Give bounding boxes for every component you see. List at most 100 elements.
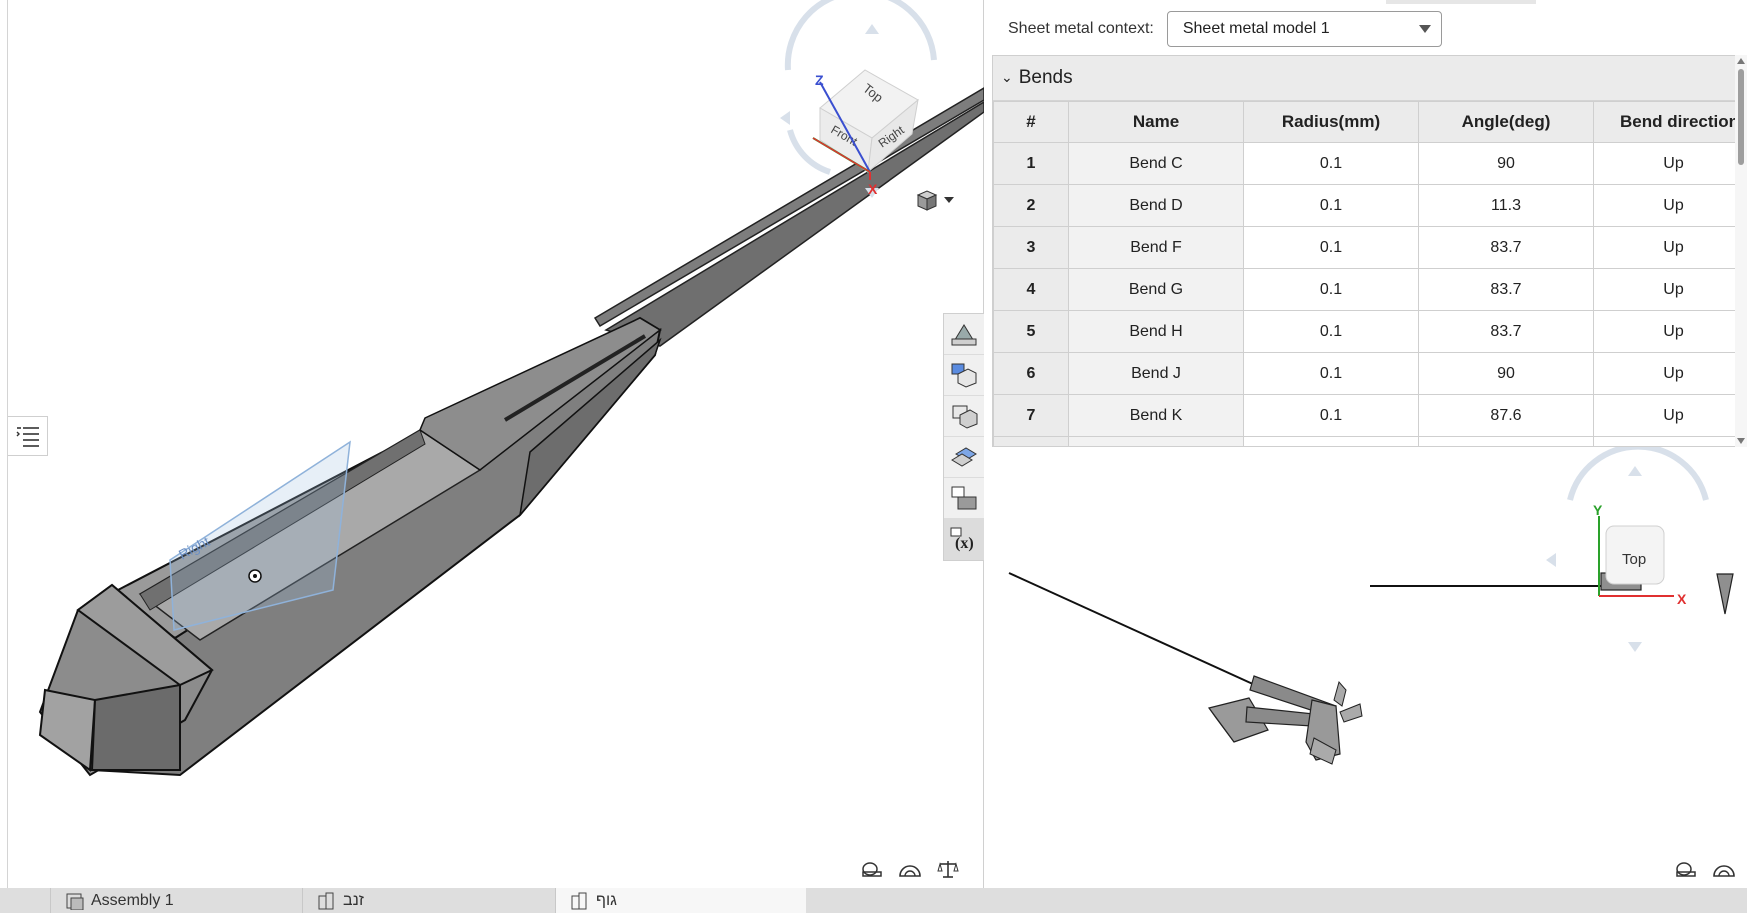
part-model-3d[interactable]: Right Top Front Right Z X — [0, 0, 984, 888]
cell-name[interactable]: Bend K — [1068, 394, 1244, 437]
cell-name[interactable]: Bend H — [1068, 310, 1244, 353]
svg-text:(x): (x) — [955, 535, 974, 552]
bends-section-header[interactable]: ⌄ Bends — [993, 56, 1746, 101]
protractor-icon[interactable] — [898, 857, 922, 881]
column-header-angle[interactable]: Angle(deg) — [1418, 101, 1594, 143]
cell-radius[interactable]: 0.1 — [1243, 268, 1419, 311]
cell-direction[interactable]: Up — [1593, 226, 1746, 269]
column-header-bend-direction[interactable]: Bend direction — [1593, 101, 1746, 143]
cell-angle[interactable]: 83.7 — [1418, 310, 1594, 353]
axis-x-label: X — [868, 181, 878, 197]
tab-label: גוף — [596, 891, 617, 909]
part-studio-icon — [571, 892, 587, 909]
scrollbar-thumb[interactable] — [1738, 69, 1744, 165]
bend-table-icon[interactable] — [944, 396, 984, 437]
sheet-metal-context-label: Sheet metal context: — [1008, 20, 1154, 37]
tab-assembly-1[interactable]: Assembly 1 — [50, 888, 302, 913]
mass-properties-icon[interactable] — [936, 857, 960, 881]
cell-radius[interactable]: 0.1 — [1243, 352, 1419, 395]
tab-part-guf[interactable]: גוף — [555, 888, 806, 913]
cell-index: 1 — [993, 142, 1069, 185]
cell-index: 6 — [993, 352, 1069, 395]
sheet-metal-toolbar: (x) — [943, 313, 985, 561]
table-row[interactable]: 1 Bend C 0.1 90 Up — [993, 142, 1746, 185]
viewport-bottom-tools — [860, 857, 960, 881]
scroll-down-arrow-icon[interactable] — [1737, 438, 1745, 444]
table-header-row: # Name Radius(mm) Angle(deg) Bend direct… — [993, 101, 1746, 143]
cell-name[interactable]: Bend D — [1068, 184, 1244, 227]
cell-direction[interactable]: Up — [1593, 184, 1746, 227]
cell-radius[interactable]: 0.1 — [1243, 184, 1419, 227]
table-row[interactable]: 5 Bend H 0.1 83.7 Up — [993, 310, 1746, 353]
cell-radius — [1243, 436, 1419, 446]
table-row[interactable]: 6 Bend J 0.1 90 Up — [993, 352, 1746, 395]
sheet-metal-icon[interactable] — [944, 314, 984, 355]
measure-tape-icon[interactable] — [1674, 857, 1698, 881]
measure-tape-icon[interactable] — [860, 857, 884, 881]
cell-radius[interactable]: 0.1 — [1243, 310, 1419, 353]
table-row[interactable]: 2 Bend D 0.1 11.3 Up — [993, 184, 1746, 227]
sheet-metal-context-value: Sheet metal model 1 — [1182, 20, 1330, 37]
bends-table: # Name Radius(mm) Angle(deg) Bend direct… — [993, 101, 1746, 446]
column-header-index[interactable]: # — [993, 101, 1069, 143]
cell-name[interactable]: Bend J — [1068, 352, 1244, 395]
graphics-viewport-3d[interactable]: Right Top Front Right Z X (x) — [0, 0, 985, 888]
cell-direction — [1593, 436, 1746, 446]
cell-name[interactable]: Bend F — [1068, 226, 1244, 269]
flat-pattern-icon[interactable] — [944, 355, 984, 396]
column-header-radius[interactable]: Radius(mm) — [1243, 101, 1419, 143]
table-row[interactable]: 7 Bend K 0.1 87.6 Up — [993, 394, 1746, 437]
cell-radius[interactable]: 0.1 — [1243, 142, 1419, 185]
cell-index: 3 — [993, 226, 1069, 269]
flat-view-bottom-tools — [1674, 857, 1736, 881]
sheet-metal-context-row: Sheet metal context: Sheet metal model 1 — [984, 6, 1747, 52]
cell-radius[interactable]: 0.1 — [1243, 226, 1419, 269]
table-row[interactable]: 4 Bend G 0.1 83.7 Up — [993, 268, 1746, 311]
sheet-metal-panel: Top Y X Sheet metal context: Sheet metal… — [984, 0, 1747, 888]
assembly-icon — [66, 893, 84, 910]
cell-index: 4 — [993, 268, 1069, 311]
cell-angle[interactable]: 83.7 — [1418, 268, 1594, 311]
cell-angle[interactable]: 11.3 — [1418, 184, 1594, 227]
cell-name — [1068, 436, 1244, 446]
protractor-icon[interactable] — [1712, 857, 1736, 881]
cell-angle[interactable]: 83.7 — [1418, 226, 1594, 269]
list-icon — [16, 427, 39, 447]
cell-angle[interactable]: 90 — [1418, 142, 1594, 185]
variable-table-icon[interactable]: (x) — [944, 519, 984, 560]
column-header-name[interactable]: Name — [1068, 101, 1244, 143]
bends-table-scrollbar[interactable] — [1735, 55, 1747, 447]
table-row[interactable] — [993, 436, 1746, 446]
cell-direction[interactable]: Up — [1593, 394, 1746, 437]
table-row[interactable]: 3 Bend F 0.1 83.7 Up — [993, 226, 1746, 269]
caret-down-icon — [944, 197, 954, 203]
cell-index: 5 — [993, 310, 1069, 353]
chevron-down-icon: ⌄ — [1001, 68, 1013, 85]
cell-name[interactable]: Bend G — [1068, 268, 1244, 311]
cell-name[interactable]: Bend C — [1068, 142, 1244, 185]
cell-angle[interactable]: 87.6 — [1418, 394, 1594, 437]
dropdown-caret-icon — [1418, 25, 1431, 33]
cell-angle[interactable]: 90 — [1418, 352, 1594, 395]
scroll-up-arrow-icon[interactable] — [1737, 58, 1745, 64]
view-cube-menu-button[interactable] — [914, 186, 958, 214]
axis-y-label: Y — [1593, 502, 1603, 518]
cell-index — [993, 436, 1069, 446]
cell-direction[interactable]: Up — [1593, 352, 1746, 395]
form-tool-icon[interactable] — [944, 437, 984, 478]
cell-direction[interactable]: Up — [1593, 142, 1746, 185]
tab-part-zanav[interactable]: זנב — [302, 888, 555, 913]
flat-axis-x-label: X — [1677, 591, 1687, 607]
cell-index: 2 — [993, 184, 1069, 227]
cube-icon — [916, 190, 938, 211]
flat-view-cube[interactable]: Top Y X — [1546, 443, 1709, 652]
bend-list-icon[interactable] — [944, 478, 984, 519]
feature-list-toggle-button[interactable] — [8, 416, 48, 456]
cell-direction[interactable]: Up — [1593, 310, 1746, 353]
cell-direction[interactable]: Up — [1593, 268, 1746, 311]
flat-view-cube-top-label: Top — [1622, 551, 1646, 568]
cell-radius[interactable]: 0.1 — [1243, 394, 1419, 437]
document-tab-bar: Assembly 1 זנב גוף — [0, 888, 1747, 913]
sheet-metal-context-select[interactable]: Sheet metal model 1 — [1166, 11, 1442, 47]
axis-z-label: Z — [815, 72, 824, 88]
